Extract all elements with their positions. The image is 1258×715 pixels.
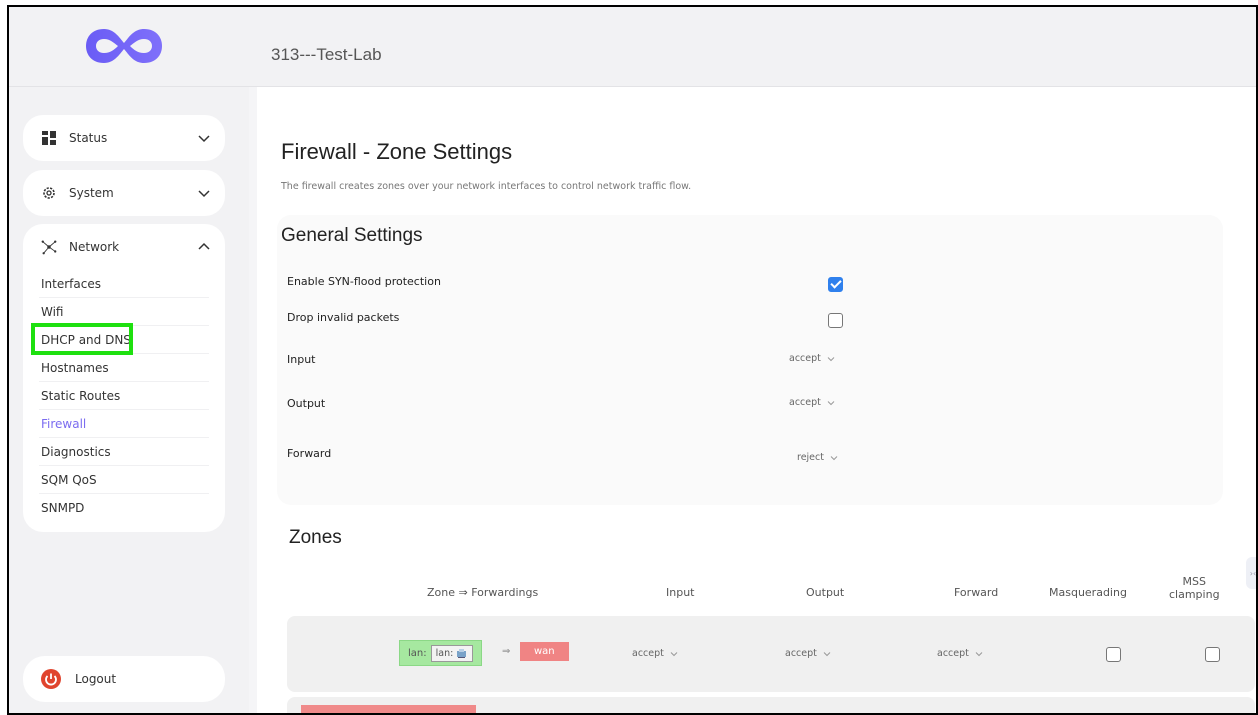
zones-header-mss-line1: MSS: [1182, 575, 1207, 588]
output-select[interactable]: accept: [789, 397, 835, 408]
nav-network[interactable]: Network Interfaces Wifi DHCP and DNS Hos…: [23, 224, 225, 532]
nav-item-diagnostics[interactable]: Diagnostics: [39, 438, 209, 466]
nav-system-label: System: [69, 186, 114, 200]
device-hostname: 313---Test-Lab: [271, 45, 382, 64]
zones-title: Zones: [289, 527, 342, 548]
chevron-up-icon[interactable]: [197, 240, 211, 254]
nav-status-label: Status: [69, 131, 108, 145]
gear-icon: [41, 185, 57, 201]
nav-network-label: Network: [69, 240, 120, 254]
input-select[interactable]: accept: [789, 353, 835, 364]
output-label: Output: [287, 397, 326, 410]
chevron-down-icon: [827, 355, 835, 363]
syn-flood-label: Enable SYN-flood protection: [287, 275, 441, 288]
dashboard-icon: [41, 130, 57, 146]
nav-status-header[interactable]: Status: [23, 115, 225, 161]
general-settings-title: General Settings: [281, 225, 423, 246]
lan-zone-chip[interactable]: lan: lan:: [399, 640, 483, 666]
top-header: 313---Test-Lab: [9, 7, 1256, 87]
power-icon: [41, 669, 61, 689]
forward-select-value: reject: [797, 452, 824, 463]
nav-item-wifi[interactable]: Wifi: [39, 298, 209, 326]
sidebar: Status System Network Interfaces Wifi DH…: [9, 87, 249, 713]
forward-select[interactable]: reject: [797, 452, 838, 463]
main-content: Firewall - Zone Settings The firewall cr…: [257, 87, 1256, 713]
zone-input-select[interactable]: accept: [632, 648, 678, 659]
zones-header-input: Input: [666, 586, 695, 599]
chevron-down-icon: [975, 650, 983, 658]
syn-flood-row: Enable SYN-flood protection: [277, 275, 1223, 311]
input-row: Input accept: [277, 353, 1223, 389]
drop-invalid-row: Drop invalid packets: [277, 311, 1223, 347]
network-icon: [41, 239, 57, 255]
nav-system-header[interactable]: System: [23, 170, 225, 216]
lan-interface-label: lan:: [435, 647, 454, 659]
output-select-value: accept: [789, 397, 821, 408]
masquerading-checkbox[interactable]: [1106, 647, 1121, 662]
zones-header-zone: Zone ⇒ Forwardings: [427, 586, 539, 599]
general-settings-section: General Settings Enable SYN-flood protec…: [277, 215, 1223, 505]
logout-label: Logout: [75, 672, 117, 686]
nav-network-header[interactable]: Network: [23, 224, 225, 270]
nav-item-sqm-qos[interactable]: SQM QoS: [39, 466, 209, 494]
chevron-down-icon: [827, 399, 835, 407]
page-title: Firewall - Zone Settings: [281, 139, 513, 164]
forward-label: Forward: [287, 447, 332, 460]
forward-row: Forward reject: [277, 447, 1223, 483]
openwrt-logo-icon[interactable]: [84, 25, 164, 67]
zones-header-mss-line2: clamping: [1169, 588, 1220, 601]
zones-header-output: Output: [806, 586, 845, 599]
lan-zone-label: lan:: [408, 647, 427, 659]
output-row: Output accept: [277, 397, 1223, 433]
lan-interface-badge: lan:: [430, 644, 474, 662]
drop-invalid-checkbox[interactable]: [828, 313, 843, 328]
input-label: Input: [287, 353, 316, 366]
nav-system[interactable]: System: [23, 170, 225, 216]
zone-input-select-value: accept: [632, 648, 664, 659]
table-row: lan: lan: ⇒ wan accept accept accept: [287, 616, 1255, 692]
nav-status[interactable]: Status: [23, 115, 225, 161]
table-row: [287, 697, 1255, 713]
wan-zone-row-chip[interactable]: [301, 705, 476, 713]
nav-item-hostnames[interactable]: Hostnames: [39, 354, 209, 382]
zone-forward-select[interactable]: accept: [937, 648, 983, 659]
chevron-down-icon: [670, 650, 678, 658]
chevron-down-icon: [823, 650, 831, 658]
chevron-down-icon[interactable]: [197, 186, 211, 200]
app-window: 313---Test-Lab Status System Network Int…: [7, 5, 1258, 715]
network-interface-icon: [457, 648, 467, 658]
zones-header-forward: Forward: [954, 586, 999, 599]
nav-item-firewall[interactable]: Firewall: [39, 410, 209, 438]
zones-header-masquerading: Masquerading: [1049, 586, 1127, 599]
page-description: The firewall creates zones over your net…: [281, 181, 692, 192]
input-select-value: accept: [789, 353, 821, 364]
forwarding-arrow: ⇒: [502, 646, 511, 657]
zones-header-mss-clamping: MSS clamping: [1169, 575, 1220, 601]
syn-flood-checkbox[interactable]: [828, 277, 843, 292]
nav-item-static-routes[interactable]: Static Routes: [39, 382, 209, 410]
nav-item-dhcp-dns[interactable]: DHCP and DNS: [39, 326, 209, 354]
nav-item-interfaces[interactable]: Interfaces: [39, 270, 209, 298]
mss-clamping-checkbox[interactable]: [1205, 647, 1220, 662]
zone-output-select[interactable]: accept: [785, 648, 831, 659]
side-collapse-tab[interactable]: ›‹: [1246, 557, 1256, 589]
chevron-down-icon: [830, 454, 838, 462]
chevron-down-icon[interactable]: [197, 131, 211, 145]
zone-output-select-value: accept: [785, 648, 817, 659]
drop-invalid-label: Drop invalid packets: [287, 311, 400, 324]
nav-item-snmpd[interactable]: SNMPD: [39, 494, 209, 522]
zone-forward-select-value: accept: [937, 648, 969, 659]
logout-button[interactable]: Logout: [23, 656, 225, 702]
network-submenu: Interfaces Wifi DHCP and DNS Hostnames S…: [23, 270, 225, 528]
wan-zone-chip[interactable]: wan: [520, 642, 569, 661]
